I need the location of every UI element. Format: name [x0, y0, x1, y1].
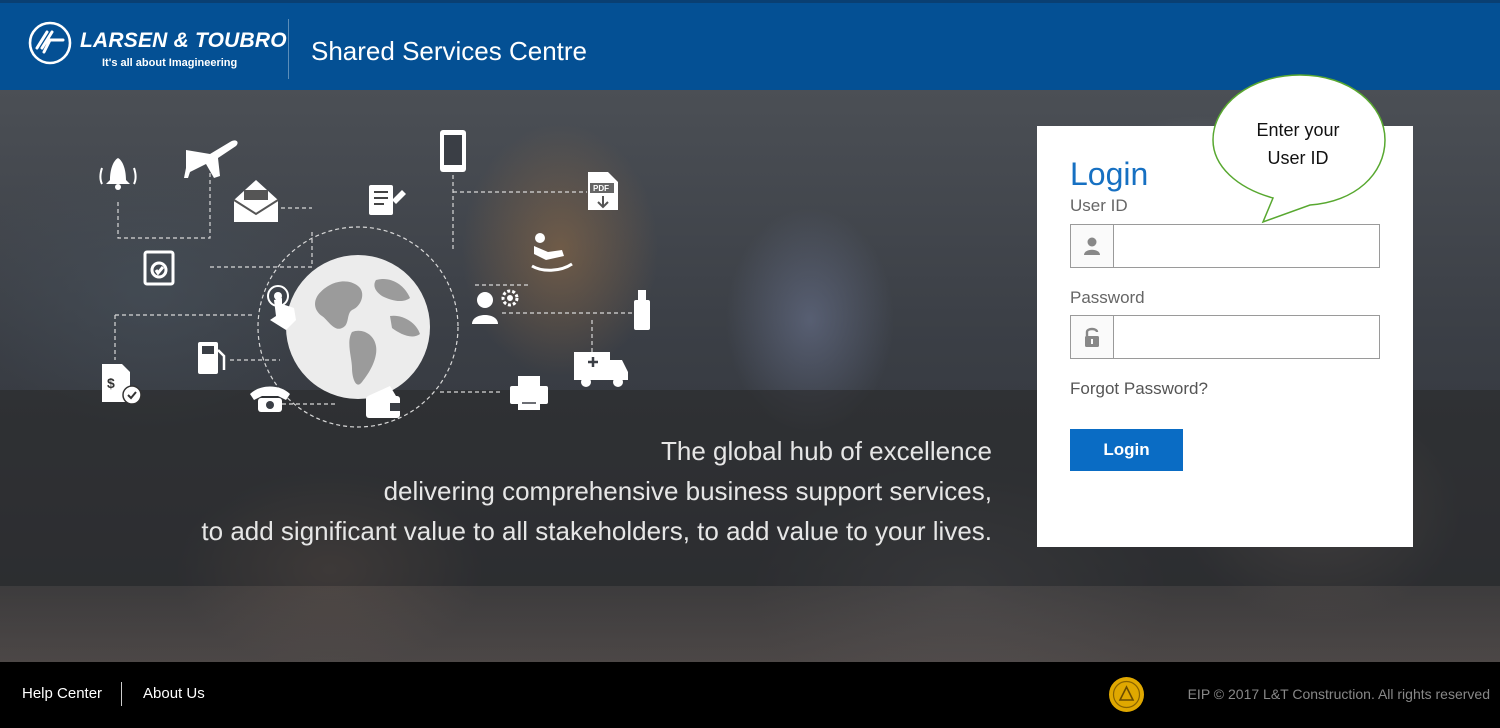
clipboard-icon: [143, 250, 175, 286]
user-id-label: User ID: [1070, 196, 1128, 215]
touch-icon: [267, 285, 296, 330]
document-edit-icon: [369, 185, 406, 215]
about-us-link[interactable]: About Us: [143, 685, 205, 702]
help-center-link[interactable]: Help Center: [22, 685, 102, 702]
password-label: Password: [1070, 288, 1145, 307]
user-settings-icon: [472, 289, 519, 324]
smartphone-icon: [440, 130, 466, 172]
lt-logo-icon[interactable]: [28, 21, 72, 65]
recliner-icon: [531, 233, 573, 272]
copyright-text: EIP © 2017 L&T Construction. All rights …: [1187, 686, 1490, 702]
ambulance-icon: [574, 352, 628, 387]
footer-divider: [121, 682, 122, 706]
svg-text:$: $: [107, 375, 115, 391]
password-field-group: [1070, 315, 1380, 359]
header-divider: [288, 19, 289, 79]
callout-line-1: Enter your: [1256, 120, 1340, 140]
mail-icon: [233, 180, 279, 222]
telephone-icon: [250, 386, 290, 412]
hero-bottom-band: [0, 586, 1500, 662]
page-title: Shared Services Centre: [311, 36, 588, 66]
user-id-input[interactable]: [1114, 225, 1379, 267]
pdf-icon: PDF: [588, 172, 618, 210]
lock-icon: [1071, 316, 1114, 358]
brand-tagline: It's all about Imagineering: [102, 57, 238, 69]
hero-tagline-3: to add significant value to all stakehol…: [201, 516, 992, 546]
hero-tagline-1: The global hub of excellence: [660, 436, 992, 466]
brand-name: LARSEN & TOUBRO: [80, 29, 287, 52]
svg-text:PDF: PDF: [593, 184, 609, 193]
password-input[interactable]: [1114, 316, 1379, 358]
fuel-pump-icon: [198, 342, 226, 374]
site-footer: Help Center About Us EIP © 2017 L&T Cons…: [0, 662, 1500, 728]
usb-drive-icon: [634, 290, 650, 330]
bell-icon: [99, 158, 137, 190]
services-graphic: PDF $: [99, 130, 650, 428]
login-button[interactable]: Login: [1070, 429, 1183, 471]
forgot-password-link[interactable]: Forgot Password?: [1070, 379, 1208, 399]
callout-line-2: User ID: [1267, 148, 1329, 168]
airplane-icon: [184, 140, 238, 178]
callout-text: Enter your User ID: [1212, 116, 1384, 172]
printer-icon: [510, 376, 548, 410]
eip-seal-icon: [1109, 677, 1144, 712]
hero-tagline-2: delivering comprehensive business suppor…: [383, 476, 992, 506]
invoice-dollar-icon: $: [102, 364, 142, 405]
user-id-field-group: [1070, 224, 1380, 268]
globe-icon: [286, 255, 430, 399]
user-icon: [1071, 225, 1114, 267]
login-title: Login: [1070, 156, 1149, 192]
